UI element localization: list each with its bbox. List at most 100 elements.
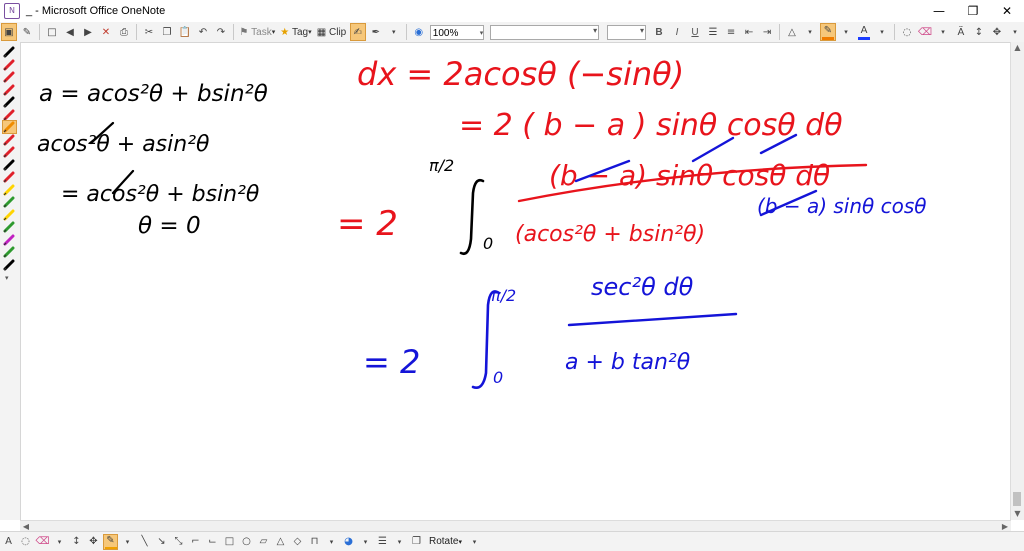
- pen-swatch-1[interactable]: [3, 46, 16, 58]
- new-section-icon[interactable]: □: [44, 23, 60, 41]
- blue-upper-limit: π/2: [491, 286, 516, 305]
- insert-space-icon[interactable]: ↕: [971, 23, 987, 41]
- pen-swatch-2[interactable]: [3, 59, 16, 71]
- chevron-down-icon[interactable]: ▾: [358, 534, 373, 550]
- rotate-button[interactable]: Rotate ▾: [426, 534, 465, 550]
- undo-icon[interactable]: ↶: [195, 23, 211, 41]
- double-arrow-tool-icon[interactable]: ⤡: [171, 534, 186, 550]
- cut-icon[interactable]: ✂: [141, 23, 157, 41]
- bullets-icon[interactable]: ☰: [705, 23, 721, 41]
- pen-swatch-4[interactable]: [3, 84, 16, 96]
- pen-swatch-5[interactable]: [3, 96, 16, 108]
- fill-color-icon[interactable]: ◕: [341, 534, 356, 550]
- diamond-tool-icon[interactable]: ◇: [290, 534, 305, 550]
- redo-icon[interactable]: ↷: [213, 23, 229, 41]
- shapes-icon[interactable]: △: [784, 23, 800, 41]
- vertical-scrollbar[interactable]: ▲ ▼: [1010, 42, 1024, 520]
- delete-icon[interactable]: ✕: [98, 23, 114, 41]
- chevron-down-icon[interactable]: ▾: [386, 23, 402, 41]
- text-tool-icon[interactable]: A: [1, 534, 16, 550]
- zoom-select[interactable]: 100% ▾: [429, 24, 485, 40]
- paste-icon[interactable]: 📋: [177, 23, 193, 41]
- new-page-icon[interactable]: ✎: [19, 23, 35, 41]
- pen-swatch-12[interactable]: [3, 184, 16, 196]
- chevron-down-icon[interactable]: ▾: [324, 534, 339, 550]
- pen-swatch-15[interactable]: [3, 221, 16, 233]
- scroll-up-icon[interactable]: ▲: [1011, 42, 1024, 54]
- pen-swatch-14[interactable]: [3, 209, 16, 221]
- font-size-select[interactable]: ▾: [607, 24, 647, 40]
- pen-color-icon[interactable]: ✎: [820, 23, 836, 41]
- help-icon[interactable]: ◉: [411, 23, 427, 41]
- pen-swatch-11[interactable]: [3, 171, 16, 183]
- pen-swatch-7[interactable]: [2, 120, 17, 134]
- axis-tool-icon[interactable]: ⌐: [188, 534, 203, 550]
- copy-icon[interactable]: ❐: [159, 23, 175, 41]
- eraser-icon[interactable]: ⌫: [35, 534, 50, 550]
- page-view-icon[interactable]: ▣: [1, 23, 17, 41]
- pan-icon[interactable]: ✥: [989, 23, 1005, 41]
- line-tool-icon[interactable]: ╲: [137, 534, 152, 550]
- restore-button[interactable]: ❐: [956, 0, 990, 22]
- parallelogram-tool-icon[interactable]: ▱: [256, 534, 271, 550]
- chevron-down-icon[interactable]: ▾: [838, 23, 854, 41]
- minimize-button[interactable]: —: [922, 0, 956, 22]
- print-icon[interactable]: ⎙: [116, 23, 132, 41]
- chevron-down-icon[interactable]: ▾: [802, 23, 818, 41]
- forward-icon[interactable]: ▶: [80, 23, 96, 41]
- lasso-select-icon[interactable]: ◌: [18, 534, 33, 550]
- clip-button[interactable]: ▦ Clip: [315, 23, 348, 41]
- active-pen-icon[interactable]: ✎: [103, 533, 118, 550]
- pen-icon[interactable]: ✒: [368, 23, 384, 41]
- insert-space-icon[interactable]: ↕: [69, 534, 84, 550]
- pen-swatch-3[interactable]: [3, 71, 16, 83]
- chevron-down-icon[interactable]: ▾: [874, 23, 890, 41]
- vertical-scroll-thumb[interactable]: [1013, 492, 1021, 506]
- red-lower-limit: 0: [483, 234, 493, 253]
- triangle-tool-icon[interactable]: △: [273, 534, 288, 550]
- pen-swatch-16[interactable]: [3, 234, 16, 246]
- ellipse-tool-icon[interactable]: ○: [239, 534, 254, 550]
- ink-tool-icon[interactable]: ✍: [349, 23, 366, 41]
- note-page-canvas[interactable]: a = acos²θ + bsin²θ acos²θ + asin²θ = ac…: [21, 43, 1011, 520]
- eraser-icon[interactable]: ⌫: [917, 23, 933, 41]
- pen-swatch-18[interactable]: [3, 259, 16, 271]
- toolbar-options-icon[interactable]: ▾: [1007, 23, 1023, 41]
- arrange-icon[interactable]: ❐: [409, 534, 424, 550]
- pan-icon[interactable]: ✥: [86, 534, 101, 550]
- bold-button[interactable]: B: [651, 23, 667, 41]
- chevron-down-icon[interactable]: ▾: [120, 534, 135, 550]
- pen-swatch-8[interactable]: [3, 134, 16, 146]
- onenote-app-icon[interactable]: N: [4, 3, 20, 19]
- underline-button[interactable]: U: [687, 23, 703, 41]
- chevron-down-icon[interactable]: ▾: [935, 23, 951, 41]
- rectangle-tool-icon[interactable]: □: [222, 534, 237, 550]
- pen-swatch-17[interactable]: [3, 246, 16, 258]
- lasso-icon[interactable]: ◌: [899, 23, 915, 41]
- increase-indent-icon[interactable]: ⇥: [759, 23, 775, 41]
- connector-tool-icon[interactable]: ⊓: [307, 534, 322, 550]
- chevron-down-icon[interactable]: ▾: [52, 534, 67, 550]
- tag-button[interactable]: ★ Tag ▾: [279, 23, 313, 41]
- arrow-tool-icon[interactable]: ↘: [154, 534, 169, 550]
- axes-tool-icon[interactable]: ⌙: [205, 534, 220, 550]
- ink-to-text-icon[interactable]: Ä: [953, 23, 969, 41]
- font-name-select[interactable]: ▾: [490, 24, 600, 40]
- decrease-indent-icon[interactable]: ⇤: [741, 23, 757, 41]
- font-color-icon[interactable]: A: [856, 23, 872, 41]
- task-button[interactable]: ⚑ Task ▾: [238, 23, 277, 41]
- chevron-down-icon[interactable]: ▾: [392, 534, 407, 550]
- back-icon[interactable]: ◀: [62, 23, 78, 41]
- pen-swatch-9[interactable]: [3, 146, 16, 158]
- pen-icon: [3, 221, 15, 233]
- pen-swatch-10[interactable]: [3, 159, 16, 171]
- italic-button[interactable]: I: [669, 23, 685, 41]
- toolbar-options-icon[interactable]: ▾: [467, 534, 482, 550]
- numbering-icon[interactable]: ≡: [723, 23, 739, 41]
- pen-palette-more-icon[interactable]: ▾: [5, 274, 9, 282]
- close-button[interactable]: ✕: [990, 0, 1024, 22]
- pen-swatch-6[interactable]: [3, 109, 16, 121]
- pen-swatch-13[interactable]: [3, 196, 16, 208]
- scroll-down-icon[interactable]: ▼: [1011, 508, 1024, 520]
- line-weight-icon[interactable]: ☰: [375, 534, 390, 550]
